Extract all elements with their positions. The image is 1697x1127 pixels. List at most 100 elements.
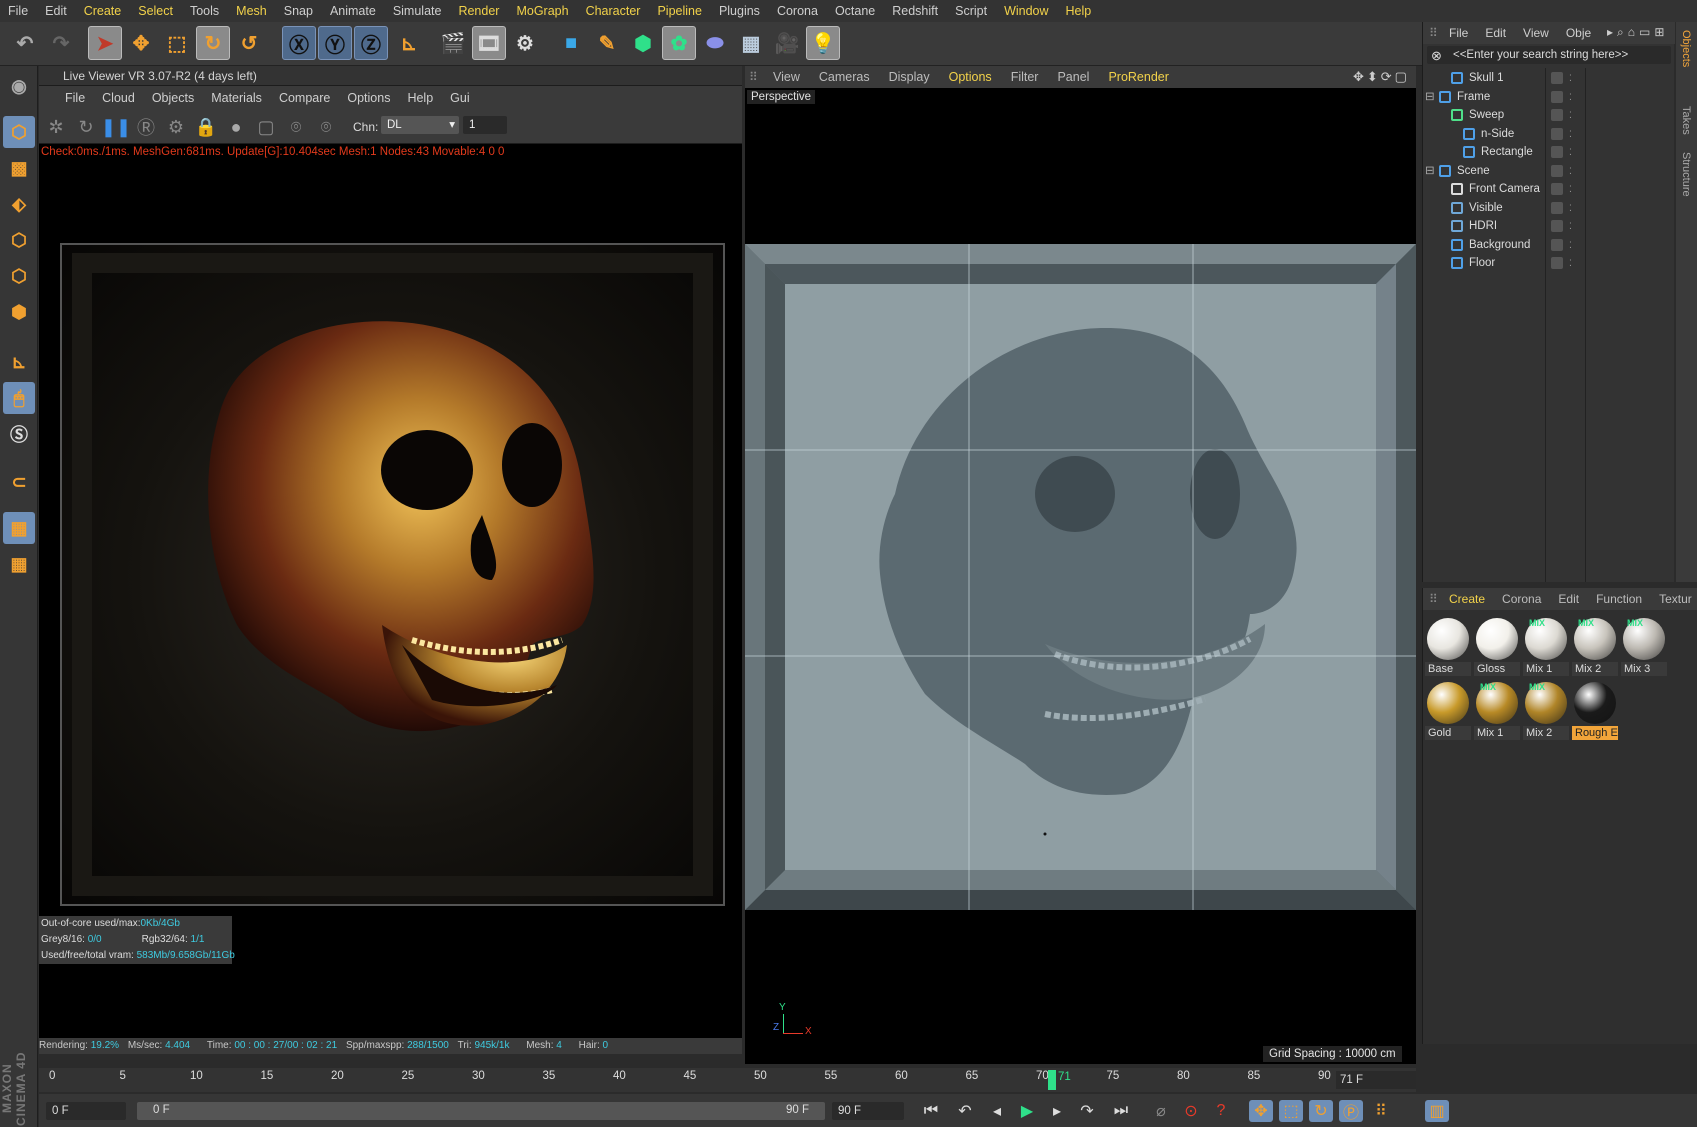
cloner-button[interactable]: ✿ (662, 26, 696, 60)
lv-menu-cloud[interactable]: Cloud (102, 91, 135, 105)
channel-select[interactable]: DL ▾ (381, 116, 459, 134)
viewport-scene[interactable] (745, 244, 1416, 910)
layer-icon[interactable] (1551, 201, 1563, 214)
object-row-scene[interactable]: ⊟ Scene ⁚ (1423, 161, 1675, 181)
object-row-hdri[interactable]: HDRI ⁚ (1423, 216, 1675, 236)
menu-simulate[interactable]: Simulate (393, 4, 442, 18)
render-output[interactable] (60, 243, 725, 906)
visibility-dots-icon[interactable]: ⁚ (1569, 198, 1572, 218)
keyframe-selection-icon[interactable]: ⌀ (1149, 1100, 1173, 1122)
tab-objects[interactable]: Objects (1680, 30, 1692, 67)
expand-toggle-icon[interactable]: ⊟ (1425, 87, 1435, 107)
key-rotation-icon[interactable]: ↻ (1309, 1100, 1333, 1122)
key-pla-icon[interactable]: ⠿ (1369, 1100, 1393, 1122)
object-row-n-side[interactable]: n-Side ⁚ (1423, 124, 1675, 144)
light-button[interactable]: 💡 (806, 26, 840, 60)
rotate-tool-button[interactable]: ↻ (196, 26, 230, 60)
menu-render[interactable]: Render (458, 4, 499, 18)
material-swatch[interactable]: Rough E (1572, 680, 1618, 740)
start-frame-field[interactable]: 0 F (46, 1102, 126, 1120)
menu-character[interactable]: Character (586, 4, 641, 18)
om-menu-obje[interactable]: Obje (1566, 26, 1591, 40)
layer-icon[interactable] (1551, 127, 1563, 140)
visibility-dots-icon[interactable]: ⁚ (1569, 105, 1572, 125)
move-tool-button[interactable]: ✥ (124, 26, 158, 60)
close-icon[interactable]: ⊗ (1431, 48, 1442, 64)
mm-menu-function[interactable]: Function (1596, 592, 1642, 606)
z-axis-lock-button[interactable]: Ⓩ (354, 26, 388, 60)
material-swatch[interactable]: Gloss (1474, 616, 1520, 676)
lv-menu-help[interactable]: Help (407, 91, 433, 105)
material-swatch[interactable]: MIX Mix 2 (1523, 680, 1569, 740)
camera-button[interactable]: 🎥 (770, 26, 804, 60)
visibility-dots-icon[interactable]: ⁚ (1569, 124, 1572, 144)
live-selection-tool-button[interactable]: ➤ (88, 26, 122, 60)
redo-button[interactable]: ↷ (44, 26, 78, 60)
layer-icon[interactable] (1551, 146, 1563, 158)
pen-spline-button[interactable]: ✎ (590, 26, 624, 60)
lv-menu-compare[interactable]: Compare (279, 91, 330, 105)
material-sphere-icon[interactable]: ● (223, 114, 249, 140)
menu-create[interactable]: Create (84, 4, 122, 18)
texture-mode-button[interactable]: ▩ (3, 152, 35, 184)
om-menu-file[interactable]: File (1449, 26, 1468, 40)
viewport-menu-view[interactable]: View (773, 70, 800, 84)
previous-key-icon[interactable]: ↶ (953, 1100, 977, 1122)
menu-edit[interactable]: Edit (45, 4, 67, 18)
next-frame-icon[interactable]: ▸ (1045, 1100, 1069, 1122)
visibility-dots-icon[interactable]: ⁚ (1569, 142, 1572, 162)
layout-icon[interactable]: ◉ (3, 70, 35, 102)
menu-pipeline[interactable]: Pipeline (657, 4, 701, 18)
menu-octane[interactable]: Octane (835, 4, 875, 18)
menu-help[interactable]: Help (1066, 4, 1092, 18)
object-row-rectangle[interactable]: Rectangle ⁚ (1423, 142, 1675, 162)
locked-workplane-button[interactable]: ▦ (3, 548, 35, 580)
object-row-frame[interactable]: ⊟ Frame ⁚ (1423, 87, 1675, 107)
key-scale-icon[interactable]: ⬚ (1279, 1100, 1303, 1122)
material-swatch[interactable]: MIX Mix 3 (1621, 616, 1667, 676)
key-position-icon[interactable]: ✥ (1249, 1100, 1273, 1122)
object-row-floor[interactable]: Floor ⁚ (1423, 253, 1675, 273)
visibility-dots-icon[interactable]: ⁚ (1569, 68, 1572, 88)
layer-icon[interactable] (1551, 109, 1563, 121)
object-row-sweep[interactable]: Sweep ⁚ (1423, 105, 1675, 125)
go-to-end-icon[interactable]: ⏭ (1109, 1100, 1133, 1122)
edges-mode-button[interactable]: ⬡ (3, 260, 35, 292)
object-row-front-camera[interactable]: Front Camera ⁚ (1423, 179, 1675, 199)
menu-corona[interactable]: Corona (777, 4, 818, 18)
menu-mesh[interactable]: Mesh (236, 4, 267, 18)
lv-menu-materials[interactable]: Materials (211, 91, 262, 105)
mm-menu-corona[interactable]: Corona (1502, 592, 1541, 606)
solo-button[interactable]: Ⓢ (3, 418, 35, 450)
viewport-menu-prorender[interactable]: ProRender (1108, 70, 1168, 84)
channel-number-field[interactable]: 1 (463, 116, 507, 134)
menu-redshift[interactable]: Redshift (892, 4, 938, 18)
menu-animate[interactable]: Animate (330, 4, 376, 18)
viewport-menu-panel[interactable]: Panel (1057, 70, 1089, 84)
layer-icon[interactable] (1551, 257, 1563, 269)
object-row-background[interactable]: Background ⁚ (1423, 235, 1675, 255)
tab-structure[interactable]: Structure (1680, 152, 1692, 197)
render-picture-viewer-button[interactable]: 🎞 (472, 26, 506, 60)
mm-menu-create[interactable]: Create (1449, 592, 1485, 606)
expand-toggle-icon[interactable]: ⊟ (1425, 161, 1435, 181)
object-manager-tool-icons[interactable]: ▸⌕⌂▭⊞ (1607, 25, 1668, 40)
scale-tool-button[interactable]: ⬚ (160, 26, 194, 60)
render-view-button[interactable]: 🎬 (436, 26, 470, 60)
region-render-icon[interactable]: Ⓡ (133, 114, 159, 140)
axis-mode-button[interactable]: ⊾ (3, 346, 35, 378)
tweak-mode-button[interactable]: 🖱 (3, 382, 35, 414)
coordinate-system-button[interactable]: ⊾ (392, 26, 426, 60)
visibility-dots-icon[interactable]: ⁚ (1569, 161, 1572, 181)
x-axis-lock-button[interactable]: Ⓧ (282, 26, 316, 60)
visibility-dots-icon[interactable]: ⁚ (1569, 235, 1572, 255)
material-swatch[interactable]: MIX Mix 2 (1572, 616, 1618, 676)
lv-menu-objects[interactable]: Objects (152, 91, 194, 105)
polygons-mode-button[interactable]: ⬢ (3, 296, 35, 328)
menu-select[interactable]: Select (138, 4, 173, 18)
workplane-mode-button[interactable]: ⬖ (3, 188, 35, 220)
workplane-lock-button[interactable]: ▦ (3, 512, 35, 544)
render-settings-button[interactable]: ⚙ (508, 26, 542, 60)
viewport-menu-cameras[interactable]: Cameras (819, 70, 870, 84)
layer-icon[interactable] (1551, 90, 1563, 103)
